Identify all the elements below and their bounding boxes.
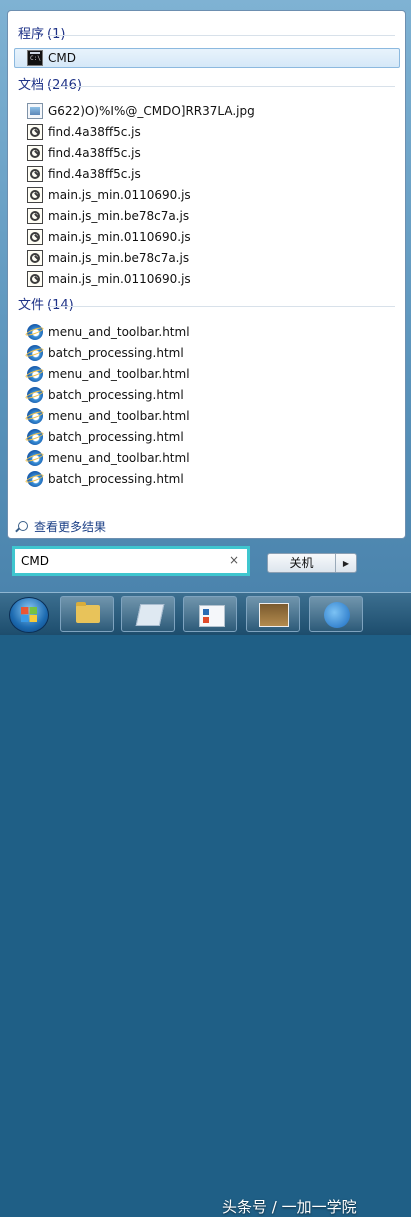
script-file-icon bbox=[27, 271, 43, 287]
shutdown-options-arrow-icon[interactable]: ▶ bbox=[336, 554, 356, 572]
see-more-results-link[interactable]: 查看更多结果 bbox=[18, 518, 106, 534]
image-file-icon bbox=[27, 103, 43, 119]
document-icon bbox=[135, 604, 165, 626]
result-label: main.js_min.0110690.js bbox=[48, 188, 191, 202]
result-label: find.4a38ff5c.js bbox=[48, 167, 141, 181]
result-item-file[interactable]: batch_processing.html bbox=[14, 385, 400, 405]
result-label: find.4a38ff5c.js bbox=[48, 146, 141, 160]
divider bbox=[48, 86, 395, 87]
script-file-icon bbox=[27, 250, 43, 266]
shutdown-label[interactable]: 关机 bbox=[268, 554, 336, 572]
result-item-cmd[interactable]: CMD bbox=[14, 48, 400, 68]
search-results-panel: 程序(1) CMD 文档(246) G622)O)%I%@_CMDO]RR37L… bbox=[7, 10, 406, 539]
taskbar-browser-button[interactable] bbox=[309, 596, 363, 632]
cmd-icon bbox=[27, 50, 43, 66]
script-file-icon bbox=[27, 229, 43, 245]
script-file-icon bbox=[27, 124, 43, 140]
globe-icon bbox=[324, 602, 350, 628]
script-file-icon bbox=[27, 208, 43, 224]
result-item-file[interactable]: batch_processing.html bbox=[14, 469, 400, 489]
result-label: batch_processing.html bbox=[48, 430, 184, 444]
result-label: main.js_min.0110690.js bbox=[48, 230, 191, 244]
result-item-document[interactable]: find.4a38ff5c.js bbox=[14, 164, 400, 184]
watermark: 头条号 / 一加一学院 bbox=[222, 1198, 357, 1216]
result-label: menu_and_toolbar.html bbox=[48, 409, 190, 423]
result-item-file[interactable]: batch_processing.html bbox=[14, 427, 400, 447]
taskbar: 头条号 / 一加一学院 bbox=[0, 592, 411, 1216]
photo-icon bbox=[259, 603, 289, 627]
result-item-document[interactable]: main.js_min.be78c7a.js bbox=[14, 206, 400, 226]
result-item-file[interactable]: menu_and_toolbar.html bbox=[14, 322, 400, 342]
section-title: 程序 bbox=[18, 27, 45, 42]
result-label: menu_and_toolbar.html bbox=[48, 325, 190, 339]
result-label: main.js_min.be78c7a.js bbox=[48, 251, 190, 265]
result-label: batch_processing.html bbox=[48, 388, 184, 402]
ie-html-icon bbox=[27, 408, 43, 424]
result-item-file[interactable]: menu_and_toolbar.html bbox=[14, 406, 400, 426]
ie-html-icon bbox=[27, 366, 43, 382]
divider bbox=[48, 306, 395, 307]
start-menu: 程序(1) CMD 文档(246) G622)O)%I%@_CMDO]RR37L… bbox=[0, 0, 411, 592]
section-title: 文档 bbox=[18, 78, 45, 93]
ie-html-icon bbox=[27, 471, 43, 487]
shutdown-button[interactable]: 关机 ▶ bbox=[267, 553, 357, 573]
taskbar-explorer-button[interactable] bbox=[60, 596, 114, 632]
script-file-icon bbox=[27, 187, 43, 203]
result-item-document[interactable]: main.js_min.0110690.js bbox=[14, 269, 400, 289]
result-item-document[interactable]: G622)O)%I%@_CMDO]RR37LA.jpg bbox=[14, 101, 400, 121]
result-label: menu_and_toolbar.html bbox=[48, 451, 190, 465]
result-label: G622)O)%I%@_CMDO]RR37LA.jpg bbox=[48, 104, 255, 118]
search-icon bbox=[18, 521, 28, 531]
taskbar-notes-button[interactable] bbox=[121, 596, 175, 632]
ie-html-icon bbox=[27, 345, 43, 361]
search-input[interactable] bbox=[19, 551, 229, 571]
result-item-file[interactable]: menu_and_toolbar.html bbox=[14, 364, 400, 384]
result-label: main.js_min.0110690.js bbox=[48, 272, 191, 286]
see-more-label: 查看更多结果 bbox=[34, 519, 107, 534]
result-item-document[interactable]: find.4a38ff5c.js bbox=[14, 143, 400, 163]
search-box[interactable]: × bbox=[12, 546, 250, 576]
script-file-icon bbox=[27, 166, 43, 182]
clear-search-button[interactable]: × bbox=[229, 553, 239, 567]
result-item-document[interactable]: main.js_min.be78c7a.js bbox=[14, 248, 400, 268]
script-file-icon bbox=[27, 145, 43, 161]
taskbar-app-button[interactable] bbox=[183, 596, 237, 632]
result-label: menu_and_toolbar.html bbox=[48, 367, 190, 381]
app-icon bbox=[199, 605, 225, 627]
result-item-document[interactable]: find.4a38ff5c.js bbox=[14, 122, 400, 142]
ie-html-icon bbox=[27, 450, 43, 466]
section-title: 文件 bbox=[18, 298, 45, 313]
result-item-document[interactable]: main.js_min.0110690.js bbox=[14, 185, 400, 205]
result-label: CMD bbox=[48, 51, 76, 65]
ie-html-icon bbox=[27, 324, 43, 340]
start-button-windows-logo-icon[interactable] bbox=[9, 597, 49, 633]
result-item-file[interactable]: menu_and_toolbar.html bbox=[14, 448, 400, 468]
result-item-file[interactable]: batch_processing.html bbox=[14, 343, 400, 363]
folder-icon bbox=[76, 602, 100, 623]
ie-html-icon bbox=[27, 387, 43, 403]
taskbar-photo-button[interactable] bbox=[246, 596, 300, 632]
result-label: batch_processing.html bbox=[48, 472, 184, 486]
result-label: batch_processing.html bbox=[48, 346, 184, 360]
ie-html-icon bbox=[27, 429, 43, 445]
result-item-document[interactable]: main.js_min.0110690.js bbox=[14, 227, 400, 247]
divider bbox=[48, 35, 395, 36]
result-label: main.js_min.be78c7a.js bbox=[48, 209, 190, 223]
result-label: find.4a38ff5c.js bbox=[48, 125, 141, 139]
